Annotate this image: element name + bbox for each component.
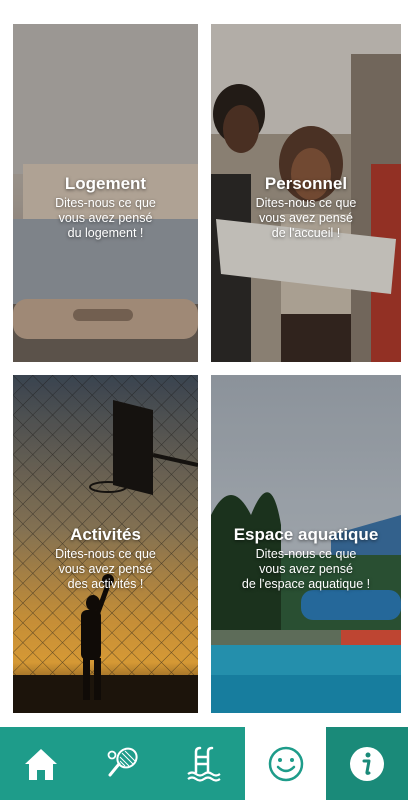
- card-description-line: Dites-nous ce que: [255, 196, 357, 210]
- nav-activities[interactable]: [82, 727, 164, 800]
- card-description-line: Dites-nous ce que: [55, 547, 156, 561]
- card-title: Activités: [70, 525, 141, 544]
- info-icon: [350, 746, 385, 781]
- nav-pool[interactable]: [163, 727, 245, 800]
- card-caption: Activités Dites-nous ce que vous avez pe…: [13, 525, 198, 592]
- card-title: Logement: [64, 174, 147, 193]
- card-description-line: Dites-nous ce que: [55, 196, 156, 210]
- smiley-icon: [268, 746, 303, 781]
- card-description-line: vous avez pensé: [259, 211, 353, 225]
- card-description-line: vous avez pensé: [58, 562, 153, 576]
- card-activites[interactable]: Activités Dites-nous ce que vous avez pe…: [13, 375, 198, 713]
- card-caption: Personnel Dites-nous ce que vous avez pe…: [211, 174, 401, 241]
- tennis-racket-icon: [107, 747, 138, 776]
- card-logement[interactable]: Logement Dites-nous ce que vous avez pen…: [13, 24, 198, 362]
- card-description-line: vous avez pensé: [58, 211, 153, 225]
- card-caption: Logement Dites-nous ce que vous avez pen…: [13, 174, 198, 241]
- card-description-line: de l'accueil !: [271, 226, 341, 240]
- card-title: Espace aquatique: [233, 525, 379, 544]
- card-description-line: du logement !: [67, 226, 144, 240]
- card-description-line: Dites-nous ce que: [255, 547, 357, 561]
- nav-feedback[interactable]: [244, 727, 327, 800]
- card-description-line: des activités !: [67, 577, 144, 591]
- card-description-line: vous avez pensé: [259, 562, 353, 576]
- card-espace-aquatique[interactable]: Espace aquatique Dites-nous ce que vous …: [211, 375, 401, 713]
- card-personnel[interactable]: Personnel Dites-nous ce que vous avez pe…: [211, 24, 401, 362]
- card-description-line: de l'espace aquatique !: [241, 577, 371, 591]
- nav-info[interactable]: [326, 727, 408, 800]
- nav-home[interactable]: [0, 727, 82, 800]
- card-title: Personnel: [264, 174, 348, 193]
- home-icon: [24, 748, 57, 780]
- bottom-navigation: [0, 727, 408, 800]
- card-caption: Espace aquatique Dites-nous ce que vous …: [211, 525, 401, 592]
- pool-ladder-icon: [187, 746, 221, 782]
